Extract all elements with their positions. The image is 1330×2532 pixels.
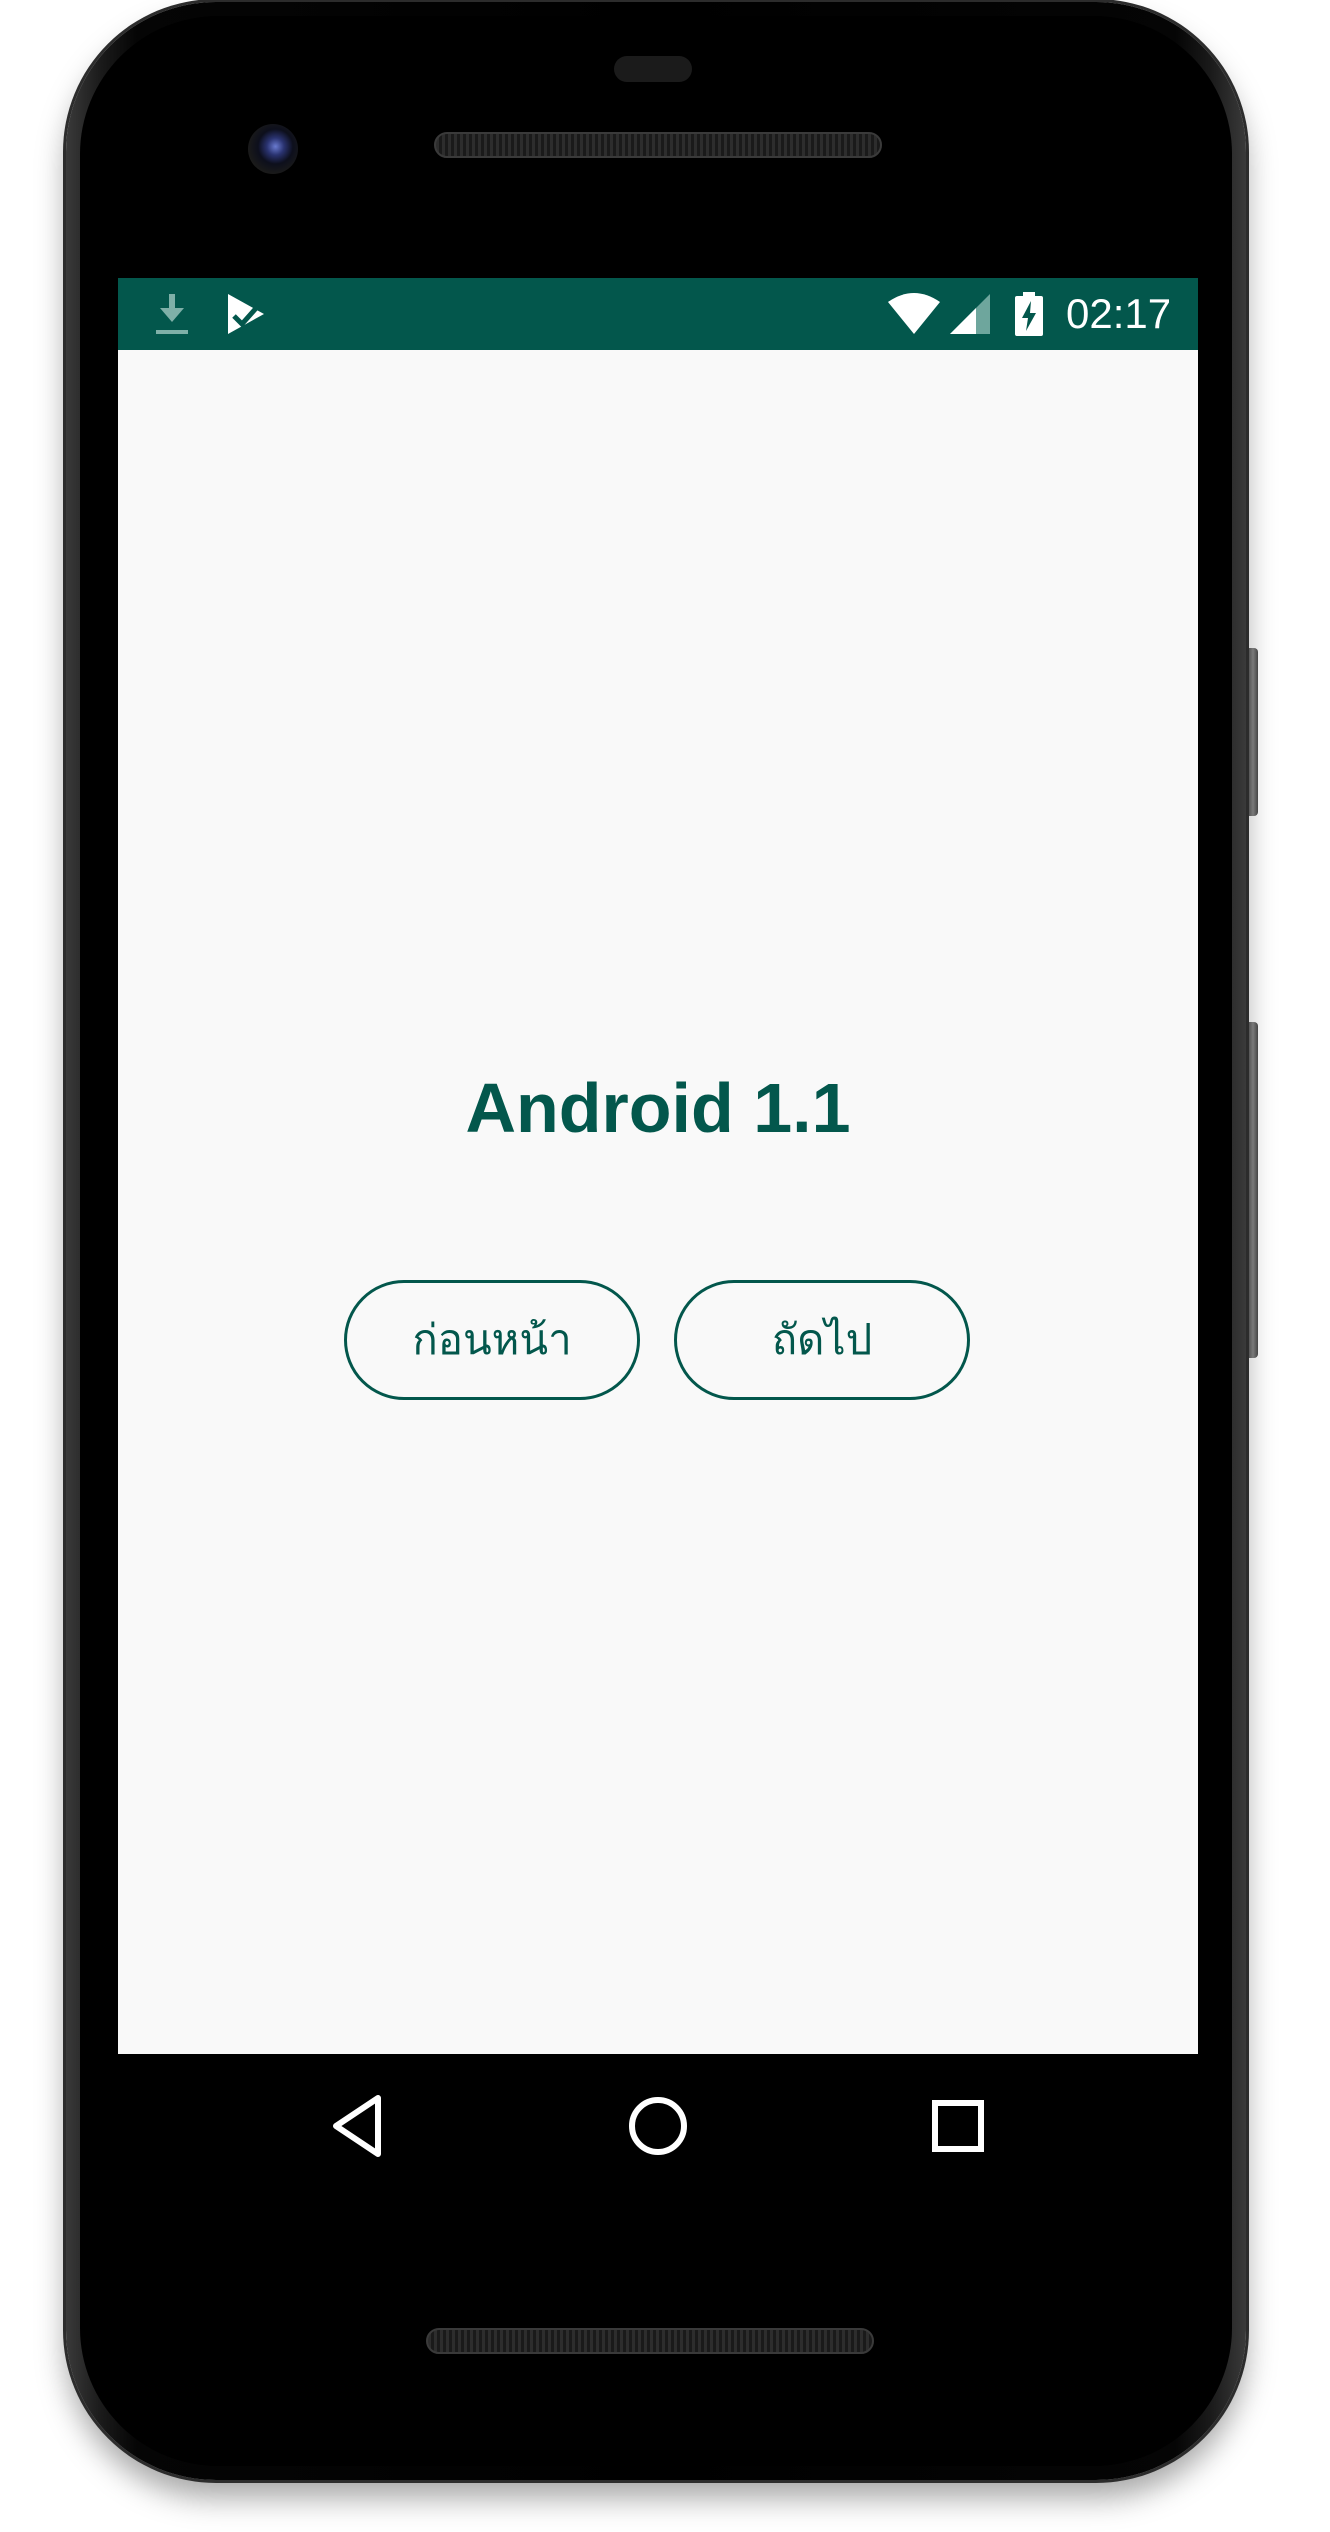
cell-signal-icon xyxy=(950,294,990,334)
device-frame-stage: 02:17 Android 1.1 ก่อนหน้า ถัดไป xyxy=(0,0,1330,2532)
front-camera-icon xyxy=(248,124,298,174)
bottom-speaker-grille xyxy=(426,2328,874,2354)
next-button[interactable]: ถัดไป xyxy=(674,1280,970,1400)
top-speaker-grille xyxy=(434,132,882,158)
wifi-icon xyxy=(888,293,940,334)
previous-button[interactable]: ก่อนหน้า xyxy=(344,1280,640,1400)
app-screen: 02:17 Android 1.1 ก่อนหน้า ถัดไป xyxy=(118,278,1198,2054)
navigation-bar xyxy=(118,2054,1198,2198)
back-icon[interactable] xyxy=(322,2090,394,2162)
sensor-slot xyxy=(614,56,692,82)
battery-charging-icon xyxy=(1015,292,1043,336)
status-time: 02:17 xyxy=(1066,290,1172,337)
volume-rocker xyxy=(1248,1022,1258,1358)
status-bar: 02:17 xyxy=(118,278,1198,350)
task-check-icon xyxy=(228,294,264,334)
recents-icon[interactable] xyxy=(922,2090,994,2162)
power-button xyxy=(1248,648,1258,816)
home-icon[interactable] xyxy=(622,2090,694,2162)
download-icon xyxy=(156,294,188,334)
page-title: Android 1.1 xyxy=(465,1069,851,1147)
